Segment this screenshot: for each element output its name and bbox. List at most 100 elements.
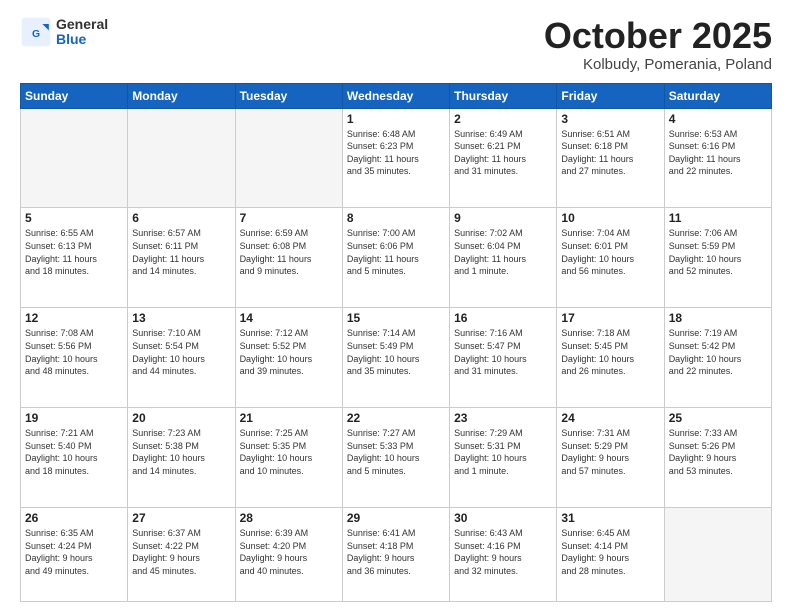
day-info: Sunrise: 7:29 AM Sunset: 5:31 PM Dayligh…: [454, 427, 552, 477]
day-info: Sunrise: 7:27 AM Sunset: 5:33 PM Dayligh…: [347, 427, 445, 477]
table-row: 7 Sunrise: 6:59 AM Sunset: 6:08 PM Daylig…: [235, 208, 342, 308]
table-row: [21, 108, 128, 208]
day-number: 23: [454, 411, 552, 425]
logo-blue-text: Blue: [56, 32, 108, 47]
table-row: 8 Sunrise: 7:00 AM Sunset: 6:06 PM Daylig…: [342, 208, 449, 308]
table-row: 25 Sunrise: 7:33 AM Sunset: 5:26 PM Dayli…: [664, 408, 771, 508]
col-tuesday: Tuesday: [235, 83, 342, 108]
day-number: 24: [561, 411, 659, 425]
logo-text: General Blue: [56, 17, 108, 48]
day-number: 30: [454, 511, 552, 525]
day-info: Sunrise: 7:00 AM Sunset: 6:06 PM Dayligh…: [347, 227, 445, 277]
day-info: Sunrise: 6:49 AM Sunset: 6:21 PM Dayligh…: [454, 128, 552, 178]
day-number: 12: [25, 311, 123, 325]
table-row: 13 Sunrise: 7:10 AM Sunset: 5:54 PM Dayli…: [128, 308, 235, 408]
day-info: Sunrise: 6:37 AM Sunset: 4:22 PM Dayligh…: [132, 527, 230, 577]
day-info: Sunrise: 6:53 AM Sunset: 6:16 PM Dayligh…: [669, 128, 767, 178]
day-info: Sunrise: 6:51 AM Sunset: 6:18 PM Dayligh…: [561, 128, 659, 178]
day-info: Sunrise: 6:45 AM Sunset: 4:14 PM Dayligh…: [561, 527, 659, 577]
col-wednesday: Wednesday: [342, 83, 449, 108]
day-number: 11: [669, 211, 767, 225]
table-row: [664, 508, 771, 602]
table-row: 24 Sunrise: 7:31 AM Sunset: 5:29 PM Dayli…: [557, 408, 664, 508]
day-number: 18: [669, 311, 767, 325]
day-number: 13: [132, 311, 230, 325]
day-number: 3: [561, 112, 659, 126]
col-friday: Friday: [557, 83, 664, 108]
day-info: Sunrise: 7:33 AM Sunset: 5:26 PM Dayligh…: [669, 427, 767, 477]
day-info: Sunrise: 6:39 AM Sunset: 4:20 PM Dayligh…: [240, 527, 338, 577]
day-info: Sunrise: 6:41 AM Sunset: 4:18 PM Dayligh…: [347, 527, 445, 577]
svg-text:G: G: [32, 29, 40, 40]
table-row: 19 Sunrise: 7:21 AM Sunset: 5:40 PM Dayli…: [21, 408, 128, 508]
day-number: 21: [240, 411, 338, 425]
day-info: Sunrise: 6:59 AM Sunset: 6:08 PM Dayligh…: [240, 227, 338, 277]
day-number: 15: [347, 311, 445, 325]
day-number: 17: [561, 311, 659, 325]
day-number: 7: [240, 211, 338, 225]
table-row: 20Sunrise: 7:23 AM Sunset: 5:38 PM Dayli…: [128, 408, 235, 508]
day-info: Sunrise: 7:21 AM Sunset: 5:40 PM Dayligh…: [25, 427, 123, 477]
table-row: 3 Sunrise: 6:51 AM Sunset: 6:18 PM Daylig…: [557, 108, 664, 208]
table-row: 14 Sunrise: 7:12 AM Sunset: 5:52 PM Dayli…: [235, 308, 342, 408]
day-info: Sunrise: 6:43 AM Sunset: 4:16 PM Dayligh…: [454, 527, 552, 577]
day-number: 10: [561, 211, 659, 225]
day-info: Sunrise: 7:23 AM Sunset: 5:38 PM Dayligh…: [132, 427, 230, 477]
location: Kolbudy, Pomerania, Poland: [544, 56, 772, 73]
table-row: 12 Sunrise: 7:08 AM Sunset: 5:56 PM Dayli…: [21, 308, 128, 408]
table-row: 21 Sunrise: 7:25 AM Sunset: 5:35 PM Dayli…: [235, 408, 342, 508]
day-number: 6: [132, 211, 230, 225]
col-saturday: Saturday: [664, 83, 771, 108]
day-info: Sunrise: 7:14 AM Sunset: 5:49 PM Dayligh…: [347, 327, 445, 377]
col-monday: Monday: [128, 83, 235, 108]
day-number: 28: [240, 511, 338, 525]
calendar-week-row: 12 Sunrise: 7:08 AM Sunset: 5:56 PM Dayli…: [21, 308, 772, 408]
day-info: Sunrise: 7:16 AM Sunset: 5:47 PM Dayligh…: [454, 327, 552, 377]
table-row: 16 Sunrise: 7:16 AM Sunset: 5:47 PM Dayli…: [450, 308, 557, 408]
day-number: 16: [454, 311, 552, 325]
table-row: 23 Sunrise: 7:29 AM Sunset: 5:31 PM Dayli…: [450, 408, 557, 508]
day-number: 29: [347, 511, 445, 525]
day-number: 9: [454, 211, 552, 225]
logo-icon: G: [20, 16, 52, 48]
month-title: October 2025: [544, 16, 772, 56]
table-row: 15 Sunrise: 7:14 AM Sunset: 5:49 PM Dayli…: [342, 308, 449, 408]
table-row: 10 Sunrise: 7:04 AM Sunset: 6:01 PM Dayli…: [557, 208, 664, 308]
day-info: Sunrise: 7:19 AM Sunset: 5:42 PM Dayligh…: [669, 327, 767, 377]
day-info: Sunrise: 7:12 AM Sunset: 5:52 PM Dayligh…: [240, 327, 338, 377]
day-number: 4: [669, 112, 767, 126]
day-info: Sunrise: 7:08 AM Sunset: 5:56 PM Dayligh…: [25, 327, 123, 377]
calendar-week-row: 1Sunrise: 6:48 AM Sunset: 6:23 PM Daylig…: [21, 108, 772, 208]
logo: G General Blue: [20, 16, 108, 48]
header: G General Blue October 2025 Kolbudy, Pom…: [20, 16, 772, 73]
day-info: Sunrise: 7:06 AM Sunset: 5:59 PM Dayligh…: [669, 227, 767, 277]
table-row: 31 Sunrise: 6:45 AM Sunset: 4:14 PM Dayli…: [557, 508, 664, 602]
day-number: 8: [347, 211, 445, 225]
day-number: 26: [25, 511, 123, 525]
table-row: 4 Sunrise: 6:53 AM Sunset: 6:16 PM Daylig…: [664, 108, 771, 208]
table-row: 11 Sunrise: 7:06 AM Sunset: 5:59 PM Dayli…: [664, 208, 771, 308]
day-info: Sunrise: 7:04 AM Sunset: 6:01 PM Dayligh…: [561, 227, 659, 277]
calendar-week-row: 19 Sunrise: 7:21 AM Sunset: 5:40 PM Dayli…: [21, 408, 772, 508]
table-row: 1Sunrise: 6:48 AM Sunset: 6:23 PM Daylig…: [342, 108, 449, 208]
calendar-header-row: Sunday Monday Tuesday Wednesday Thursday…: [21, 83, 772, 108]
day-info: Sunrise: 7:25 AM Sunset: 5:35 PM Dayligh…: [240, 427, 338, 477]
calendar-container: G General Blue October 2025 Kolbudy, Pom…: [0, 0, 792, 612]
table-row: 30 Sunrise: 6:43 AM Sunset: 4:16 PM Dayli…: [450, 508, 557, 602]
day-info: Sunrise: 6:48 AM Sunset: 6:23 PM Dayligh…: [347, 128, 445, 178]
day-number: 25: [669, 411, 767, 425]
day-info: Sunrise: 7:31 AM Sunset: 5:29 PM Dayligh…: [561, 427, 659, 477]
calendar-week-row: 5Sunrise: 6:55 AM Sunset: 6:13 PM Daylig…: [21, 208, 772, 308]
title-block: October 2025 Kolbudy, Pomerania, Poland: [544, 16, 772, 73]
day-number: 14: [240, 311, 338, 325]
day-info: Sunrise: 7:10 AM Sunset: 5:54 PM Dayligh…: [132, 327, 230, 377]
table-row: 22 Sunrise: 7:27 AM Sunset: 5:33 PM Dayli…: [342, 408, 449, 508]
table-row: [128, 108, 235, 208]
day-number: 31: [561, 511, 659, 525]
table-row: [235, 108, 342, 208]
day-number: 19: [25, 411, 123, 425]
day-info: Sunrise: 6:35 AM Sunset: 4:24 PM Dayligh…: [25, 527, 123, 577]
table-row: 9Sunrise: 7:02 AM Sunset: 6:04 PM Daylig…: [450, 208, 557, 308]
day-number: 22: [347, 411, 445, 425]
table-row: 6Sunrise: 6:57 AM Sunset: 6:11 PM Daylig…: [128, 208, 235, 308]
